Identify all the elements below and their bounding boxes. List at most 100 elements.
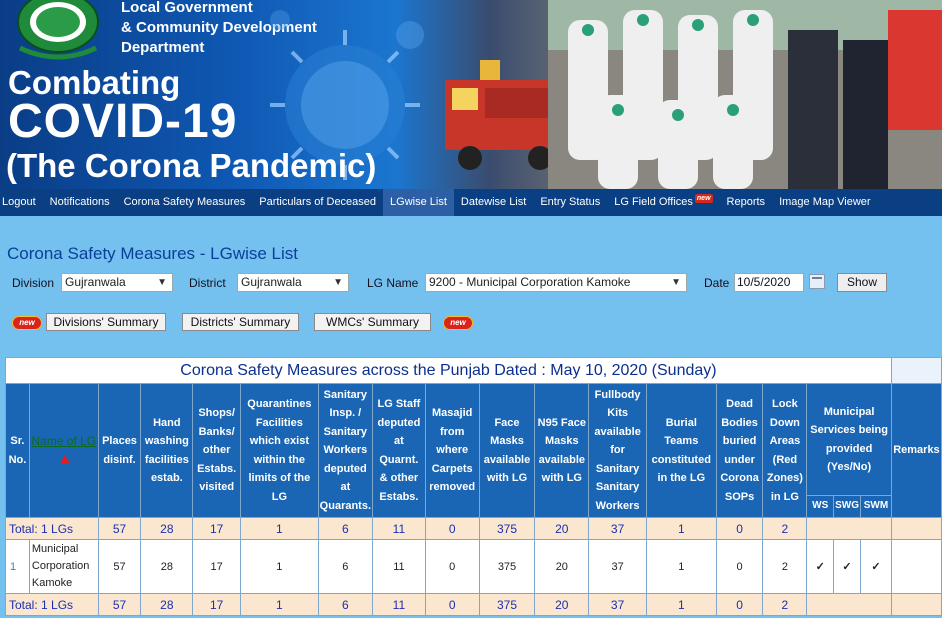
table-caption: Corona Safety Measures across the Punjab…	[5, 357, 892, 384]
nav-label: Datewise List	[460, 196, 527, 208]
swg-check-icon: ✓	[833, 539, 862, 594]
row-face: 375	[478, 539, 536, 594]
header-ws: WS	[806, 495, 835, 518]
district-label: District	[189, 276, 226, 290]
total-label: Total: 1 LGs	[5, 593, 99, 616]
total-sanitary: 6	[317, 593, 374, 616]
total-services-empty	[806, 517, 892, 540]
row-n95: 20	[534, 539, 590, 594]
nav-lg-field-offices[interactable]: LG Field Offices new	[607, 189, 720, 216]
header-face-masks: Face Masks available with LG	[478, 383, 536, 518]
lgwise-table: Corona Safety Measures across the Punjab…	[5, 357, 942, 616]
nav-logout[interactable]: Logout	[0, 189, 43, 216]
header-places-disinf: Places disinf.	[97, 383, 142, 518]
nav-label: Entry Status	[540, 196, 601, 208]
nav-label: LG Field Offices	[614, 196, 693, 208]
header-swg: SWG	[833, 495, 862, 518]
total-face: 375	[478, 517, 536, 540]
row-lg-name: Municipal Corporation Kamoke	[28, 539, 99, 594]
page-title: Corona Safety Measures - LGwise List	[7, 244, 299, 263]
total-burial: 1	[645, 593, 717, 616]
header-masajid: Masajid from where Carpets removed	[424, 383, 480, 518]
lg-name-select[interactable]: 9200 - Municipal Corporation Kamoke ▼	[425, 273, 687, 292]
total-face: 375	[478, 593, 536, 616]
filter-bar: Division Gujranwala ▼ District Gujranwal…	[12, 273, 932, 293]
header-lg-staff: LG Staff deputed at Quarnt. & other Esta…	[372, 383, 426, 518]
total-row-top: Total: 1 LGs 57 28 17 1 6 11 0 375 20 37…	[5, 517, 942, 540]
header-quarantines: Quarantines Facilities which exist withi…	[240, 383, 319, 518]
header-dead-bodies: Dead Bodies buried under Corona SOPs	[715, 383, 764, 518]
divisions-summary-button[interactable]: Divisions' Summary	[46, 313, 166, 331]
nav-label: Particulars of Deceased	[259, 196, 377, 208]
header-burial-teams: Burial Teams constituted in the LG	[645, 383, 717, 518]
header-name-of-lg[interactable]: Name of LG	[28, 383, 99, 518]
chevron-down-icon: ▼	[333, 277, 343, 288]
division-label: Division	[12, 276, 55, 290]
row-remarks	[890, 539, 942, 594]
total-dead: 0	[715, 593, 764, 616]
row-quarantines: 1	[240, 539, 319, 594]
nav-label: LGwise List	[390, 196, 447, 208]
banner-title-2: COVID-19	[8, 95, 238, 148]
new-badge-icon: new	[443, 316, 473, 330]
total-shops: 17	[192, 593, 242, 616]
nav-corona-safety-measures[interactable]: Corona Safety Measures	[117, 189, 253, 216]
show-button[interactable]: Show	[837, 273, 887, 292]
date-value: 10/5/2020	[737, 275, 791, 289]
total-dead: 0	[715, 517, 764, 540]
nav-datewise-list[interactable]: Datewise List	[454, 189, 533, 216]
summary-links: new Divisions' Summary Districts' Summar…	[0, 313, 942, 333]
swm-check-icon: ✓	[860, 539, 892, 594]
total-remarks-empty	[890, 517, 942, 540]
nav-notifications[interactable]: Notifications	[43, 189, 117, 216]
total-hand: 28	[140, 593, 194, 616]
row-sr-no: 1	[5, 539, 30, 594]
sort-by-name-link[interactable]: Name of LG	[31, 434, 96, 448]
chevron-down-icon: ▼	[671, 277, 681, 288]
wmcs-summary-button[interactable]: WMCs' Summary	[314, 313, 431, 331]
nav-entry-status[interactable]: Entry Status	[533, 189, 607, 216]
total-fullbody: 37	[588, 593, 647, 616]
lg-name-value: 9200 - Municipal Corporation Kamoke	[429, 275, 631, 289]
total-sanitary: 6	[317, 517, 374, 540]
nav-label: Image Map Viewer	[779, 196, 871, 208]
total-quarantines: 1	[240, 517, 319, 540]
date-input[interactable]: 10/5/2020	[734, 273, 804, 292]
caption-spacer	[890, 357, 942, 384]
header-banner: Local Government & Community Development…	[0, 0, 942, 189]
total-lockdown: 2	[762, 517, 808, 540]
new-badge: new	[694, 194, 713, 203]
row-burial: 1	[645, 539, 717, 594]
punjab-government-logo	[17, 0, 99, 60]
total-remarks-empty	[890, 593, 942, 616]
row-shops: 17	[192, 539, 242, 594]
total-services-empty	[806, 593, 892, 616]
nav-label: Logout	[2, 196, 36, 208]
calendar-icon[interactable]	[809, 274, 825, 289]
nav-particulars-of-deceased[interactable]: Particulars of Deceased	[252, 189, 383, 216]
total-n95: 20	[534, 517, 590, 540]
nav-image-map-viewer[interactable]: Image Map Viewer	[772, 189, 878, 216]
header-lockdown-areas: Lock Down Areas (Red Zones) in LG	[762, 383, 808, 518]
total-row-bottom: Total: 1 LGs 57 28 17 1 6 11 0 375 20 37…	[5, 593, 942, 616]
date-label: Date	[704, 276, 730, 290]
header-shops-visited: Shops/ Banks/ other Estabs. visited	[192, 383, 242, 518]
total-lockdown: 2	[762, 593, 808, 616]
division-select[interactable]: Gujranwala ▼	[61, 273, 173, 292]
row-places: 57	[97, 539, 142, 594]
district-value: Gujranwala	[241, 275, 302, 289]
new-badge-icon: new	[12, 316, 42, 330]
nav-reports[interactable]: Reports	[720, 189, 773, 216]
header-sr-no: Sr. No.	[5, 383, 30, 518]
row-hand: 28	[140, 539, 194, 594]
districts-summary-button[interactable]: Districts' Summary	[182, 313, 299, 331]
row-sanitary: 6	[317, 539, 374, 594]
total-label: Total: 1 LGs	[5, 517, 99, 540]
total-places: 57	[97, 517, 142, 540]
total-masajid: 0	[424, 593, 480, 616]
nav-lgwise-list[interactable]: LGwise List	[383, 189, 454, 216]
district-select[interactable]: Gujranwala ▼	[237, 273, 349, 292]
header-remarks: Remarks	[890, 383, 942, 518]
nav-label: Notifications	[49, 196, 110, 208]
row-fullbody: 37	[588, 539, 647, 594]
